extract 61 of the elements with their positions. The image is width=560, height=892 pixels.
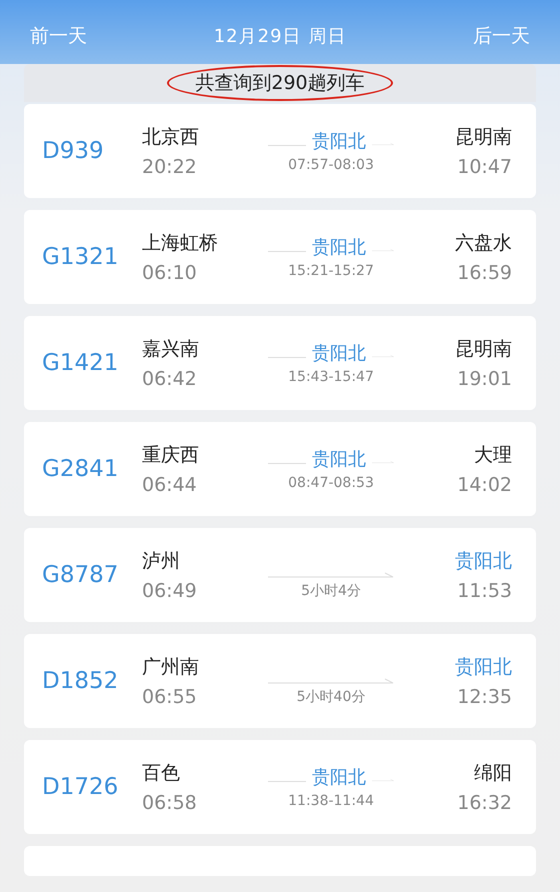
arrival-station: 绵阳 bbox=[474, 761, 512, 786]
train-number: D1726 bbox=[42, 774, 120, 800]
arrival-station: 昆明南 bbox=[455, 125, 512, 150]
departure-time: 06:55 bbox=[142, 686, 198, 708]
via-station: 贵阳北 bbox=[312, 130, 366, 153]
via-station: 贵阳北 bbox=[312, 448, 366, 471]
arrival-time: 10:47 bbox=[457, 156, 512, 178]
train-number: D1852 bbox=[42, 668, 120, 694]
travel-duration: 5小时40分 bbox=[296, 688, 366, 706]
route-line bbox=[268, 780, 306, 782]
stop-times: 07:57-08:03 bbox=[288, 157, 374, 173]
route-line bbox=[268, 144, 306, 146]
stop-times: 11:38-11:44 bbox=[288, 793, 374, 809]
arrival-time: 16:32 bbox=[457, 792, 512, 814]
date-title: 12月29日 周日 bbox=[214, 25, 346, 48]
arrival-station: 大理 bbox=[474, 443, 512, 468]
departure-time: 20:22 bbox=[142, 156, 198, 178]
stop-times: 15:43-15:47 bbox=[288, 369, 374, 385]
via-station: 贵阳北 bbox=[312, 766, 366, 789]
departure-time: 06:58 bbox=[142, 792, 198, 814]
train-card[interactable]: G2841 重庆西 06:44 贵阳北 08:47-08:53 大理 14:02 bbox=[24, 422, 536, 516]
train-number: G1421 bbox=[42, 350, 120, 376]
departure-station: 北京西 bbox=[142, 125, 200, 150]
arrival-time: 14:02 bbox=[457, 474, 512, 496]
departure-time: 06:49 bbox=[142, 580, 198, 602]
arrival-time: 19:01 bbox=[457, 368, 512, 390]
train-card[interactable]: G8787 泸州 06:49 5小时4分 贵阳北 11:53 bbox=[24, 528, 536, 622]
arrival-station: 六盘水 bbox=[455, 231, 512, 256]
departure-station: 泸州 bbox=[142, 549, 181, 574]
stop-times: 15:21-15:27 bbox=[288, 263, 374, 279]
arrival-station: 贵阳北 bbox=[455, 655, 512, 680]
route-line bbox=[268, 356, 306, 358]
route-line bbox=[268, 250, 306, 252]
arrival-station: 昆明南 bbox=[455, 337, 512, 362]
departure-time: 06:42 bbox=[142, 368, 198, 390]
departure-station: 百色 bbox=[142, 761, 181, 786]
departure-station: 广州南 bbox=[142, 655, 200, 680]
departure-station: 嘉兴南 bbox=[142, 337, 200, 362]
departure-time: 06:44 bbox=[142, 474, 198, 496]
arrival-time: 16:59 bbox=[457, 262, 512, 284]
route-line bbox=[268, 462, 306, 464]
arrival-station: 贵阳北 bbox=[455, 549, 512, 574]
train-card[interactable]: D939 北京西 20:22 贵阳北 07:57-08:03 昆明南 10:47 bbox=[24, 104, 536, 198]
train-number: G1321 bbox=[42, 244, 120, 270]
result-count-text: 共查询到290趟列车 bbox=[195, 72, 365, 94]
train-card[interactable]: G1421 嘉兴南 06:42 贵阳北 15:43-15:47 昆明南 19:01 bbox=[24, 316, 536, 410]
train-card[interactable]: G1321 上海虹桥 06:10 贵阳北 15:21-15:27 六盘水 16:59 bbox=[24, 210, 536, 304]
train-number: G2841 bbox=[42, 456, 120, 482]
via-station: 贵阳北 bbox=[312, 342, 366, 365]
via-station: 贵阳北 bbox=[312, 236, 366, 259]
arrival-time: 11:53 bbox=[457, 580, 512, 602]
departure-station: 重庆西 bbox=[142, 443, 200, 468]
travel-duration: 5小时4分 bbox=[301, 582, 361, 600]
departure-time: 06:10 bbox=[142, 262, 198, 284]
arrival-time: 12:35 bbox=[457, 686, 512, 708]
train-card[interactable]: D1852 广州南 06:55 5小时40分 贵阳北 12:35 bbox=[24, 634, 536, 728]
departure-station: 上海虹桥 bbox=[142, 231, 219, 256]
train-number: D939 bbox=[42, 138, 105, 164]
train-card[interactable]: D1726 百色 06:58 贵阳北 11:38-11:44 绵阳 16:32 bbox=[24, 740, 536, 834]
stop-times: 08:47-08:53 bbox=[288, 475, 374, 491]
train-number: G8787 bbox=[42, 562, 120, 588]
